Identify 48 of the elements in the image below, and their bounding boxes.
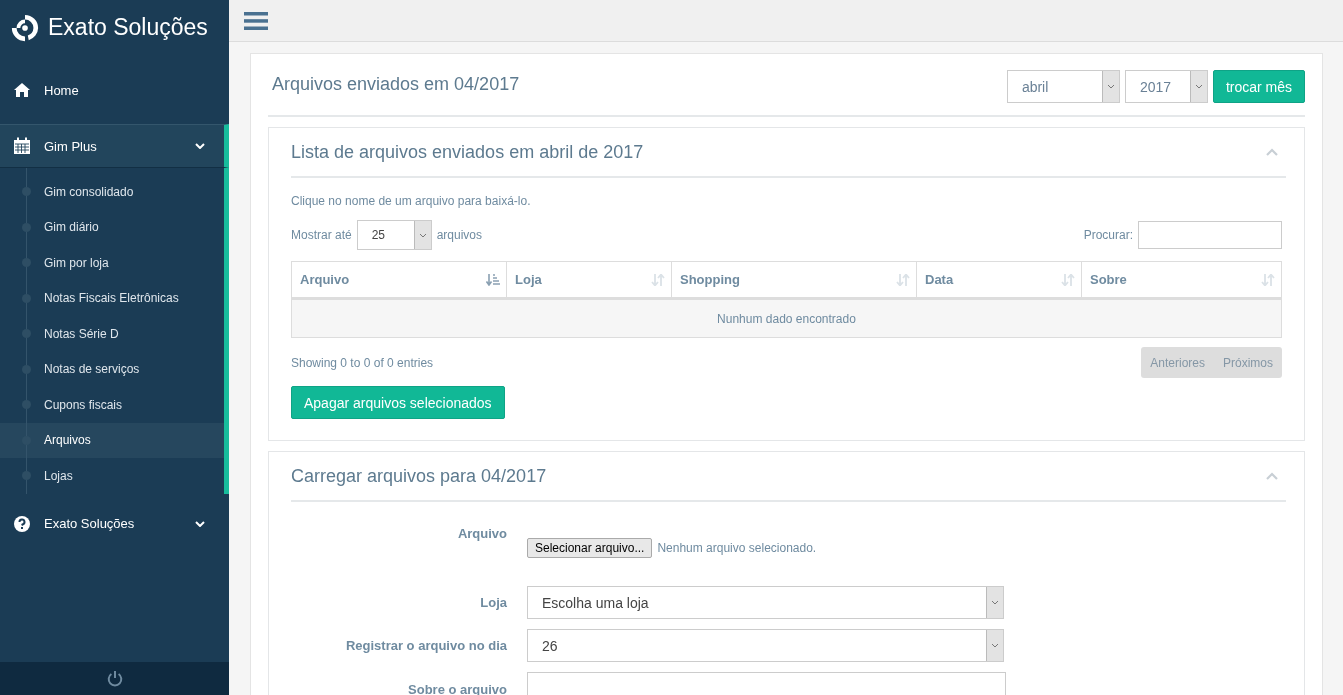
year-select[interactable]: 2017: [1124, 70, 1208, 103]
field-label: Arquivo: [456, 526, 508, 541]
submenu-item[interactable]: Notas Fiscais Eletrônicas: [0, 280, 224, 316]
hint-text: Clique no nome de um arquivo para baixá-lo.: [291, 194, 532, 208]
submenu-item[interactable]: Gim diário: [0, 209, 224, 245]
page-title: Arquivos enviados em 04/2017: [272, 74, 520, 95]
submenu-item[interactable]: Notas Série D: [0, 316, 224, 352]
help-icon: [13, 514, 31, 533]
panel-title: Carregar arquivos para 04/2017: [291, 465, 547, 487]
nav-item[interactable]: Home: [0, 56, 229, 124]
power-icon[interactable]: [105, 669, 124, 688]
page-length-select[interactable]: 25: [356, 220, 432, 250]
home-icon: [13, 82, 31, 98]
field-label: Registrar o arquivo no dia: [344, 638, 508, 653]
logo-icon: [10, 12, 40, 43]
submenu-item[interactable]: Cupons fiscais: [0, 387, 224, 423]
panel-title: Lista de arquivos enviados em abril de 2017: [291, 141, 644, 163]
caret-down-icon: [418, 232, 427, 238]
caret-down-icon: [991, 643, 999, 648]
field-label: Loja: [479, 595, 508, 610]
calendar-icon: [13, 137, 31, 155]
chevron-down-icon: [195, 520, 205, 527]
length-label: Mostrar até: [291, 228, 352, 242]
caret-down-icon: [1194, 84, 1203, 89]
select-field[interactable]: Escolha uma loja: [527, 586, 1004, 619]
nav-item[interactable]: Exato Soluções: [0, 501, 229, 546]
submenu-item[interactable]: Gim consolidado: [0, 174, 224, 210]
select-field[interactable]: 26: [527, 629, 1004, 662]
submenu-item[interactable]: Arquivos: [0, 422, 224, 458]
month-select[interactable]: abril: [1006, 70, 1120, 103]
chevron-down-icon: [195, 143, 205, 149]
caret-down-icon: [991, 600, 999, 605]
empty-table-message: Nunhum dado encontrado: [291, 298, 1282, 338]
table-info: Showing 0 to 0 of 0 entries: [291, 355, 434, 370]
collapse-icon[interactable]: [1266, 148, 1278, 156]
choose-file-button[interactable]: Selecionar arquivo...: [527, 538, 653, 558]
brand-name: Exato Soluções: [48, 14, 208, 41]
length-suffix: arquivos: [436, 228, 483, 242]
search-label: Procurar:: [1083, 228, 1133, 242]
submenu-item[interactable]: Notas de serviços: [0, 351, 224, 387]
file-status: Nenhum arquivo selecionado.: [657, 541, 817, 555]
submenu-item[interactable]: Gim por loja: [0, 245, 224, 281]
submenu-item[interactable]: Lojas: [0, 458, 224, 494]
caret-down-icon: [1106, 84, 1115, 89]
collapse-icon[interactable]: [1266, 472, 1278, 480]
menu-icon[interactable]: [244, 10, 268, 31]
search-field[interactable]: [1138, 221, 1282, 249]
nav-item[interactable]: Gim Plus: [0, 124, 229, 168]
